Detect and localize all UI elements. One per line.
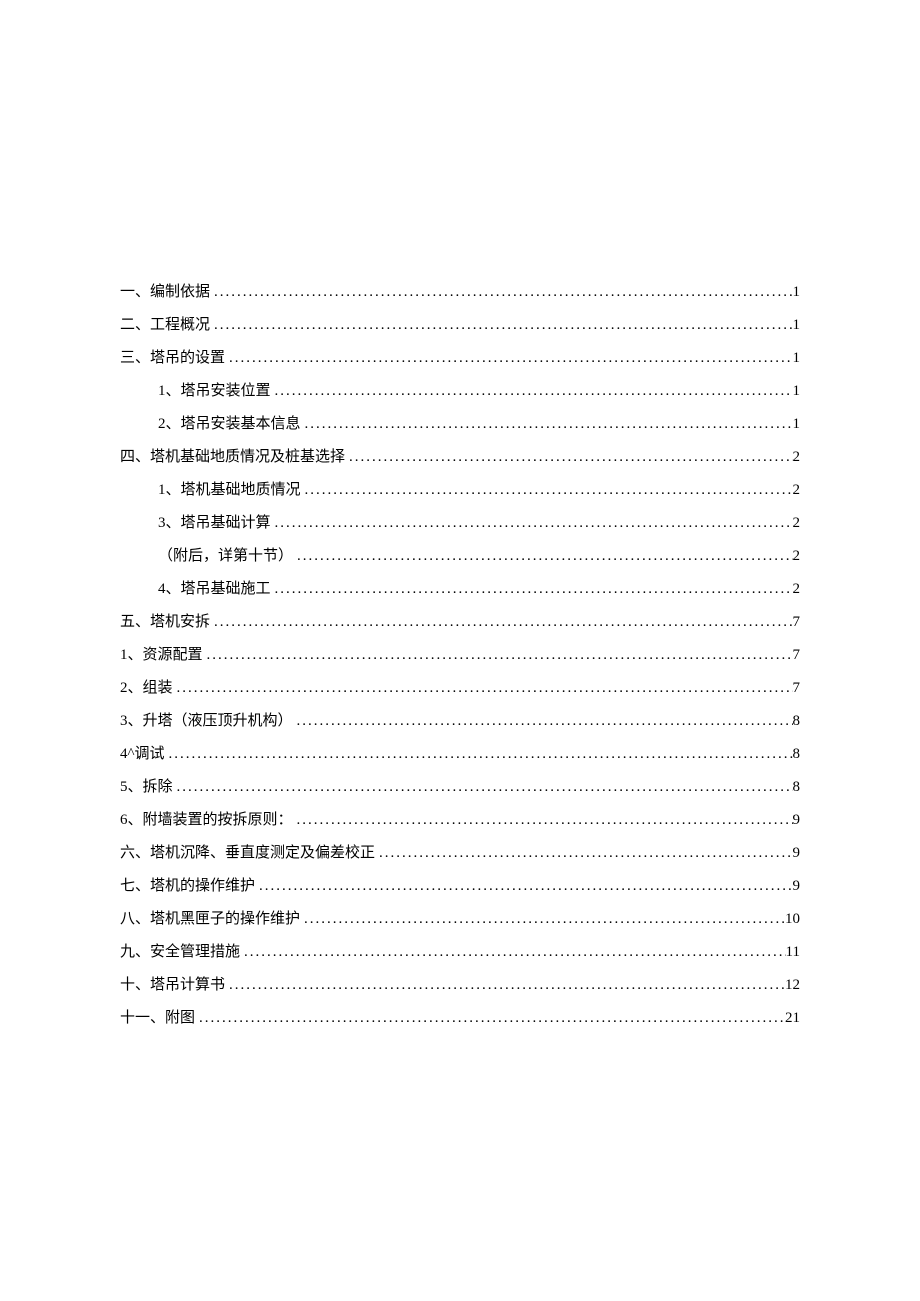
toc-entry-page: 9 <box>793 841 801 865</box>
toc-entry-page: 11 <box>786 940 800 964</box>
toc-entry-page: 7 <box>793 676 801 700</box>
toc-entry-leader <box>203 643 793 667</box>
toc-entry-page: 7 <box>793 610 801 634</box>
toc-entry-page: 8 <box>793 709 801 733</box>
toc-entry: 1、塔吊安装位置 1 <box>120 379 800 403</box>
toc-entry: 四、塔机基础地质情况及桩基选择 2 <box>120 445 800 469</box>
toc-entry-leader <box>301 412 793 436</box>
toc-entry-leader <box>345 445 792 469</box>
toc-entry-page: 7 <box>793 643 801 667</box>
table-of-contents: 一、编制依据1二、工程概况1三、塔吊的设置11、塔吊安装位置12、塔吊安装基本信… <box>120 280 800 1030</box>
toc-entry-label: 一、编制依据 <box>120 280 210 304</box>
toc-entry-label: 八、塔机黑匣子的操作维护 <box>120 907 300 931</box>
toc-entry-leader <box>210 313 792 337</box>
toc-entry-leader <box>225 973 785 997</box>
toc-entry: 2、组装 7 <box>120 676 800 700</box>
toc-entry-page: 1 <box>793 313 801 337</box>
toc-entry-page: 1 <box>793 346 801 370</box>
toc-entry: 五、塔机安拆 7 <box>120 610 800 634</box>
toc-entry-label: 四、塔机基础地质情况及桩基选择 <box>120 445 345 469</box>
toc-entry-label: 七、塔机的操作维护 <box>120 874 255 898</box>
toc-entry-leader <box>240 940 786 964</box>
toc-entry-leader <box>165 742 793 766</box>
toc-entry-page: 1 <box>793 280 801 304</box>
toc-entry: 三、塔吊的设置 1 <box>120 346 800 370</box>
toc-entry: 二、工程概况 1 <box>120 313 800 337</box>
toc-entry-leader <box>195 1006 785 1030</box>
toc-entry-label: 3、升塔（液压顶升机构） <box>120 709 293 733</box>
toc-entry-leader <box>271 577 793 601</box>
toc-entry-label: 1、塔机基础地质情况 <box>158 478 301 502</box>
toc-entry-label: 1、塔吊安装位置 <box>158 379 271 403</box>
toc-entry-leader <box>210 610 792 634</box>
toc-entry-page: 21 <box>785 1006 800 1030</box>
toc-entry: 4^调试 8 <box>120 742 800 766</box>
toc-entry-leader <box>173 676 793 700</box>
toc-entry-page: 8 <box>793 775 801 799</box>
toc-entry-label: 九、安全管理措施 <box>120 940 240 964</box>
toc-entry-page: 1 <box>793 379 801 403</box>
toc-entry-leader <box>375 841 792 865</box>
toc-entry: 6、附墙装置的按拆原则： 9 <box>120 808 800 832</box>
toc-entry-leader <box>293 709 793 733</box>
toc-entry-label: 五、塔机安拆 <box>120 610 210 634</box>
toc-entry-label: 六、塔机沉降、垂直度测定及偏差校正 <box>120 841 375 865</box>
toc-entry-page: 9 <box>793 874 801 898</box>
toc-entry-label: 5、拆除 <box>120 775 173 799</box>
toc-entry-leader <box>173 775 793 799</box>
toc-entry: 5、拆除 8 <box>120 775 800 799</box>
toc-entry-page: 12 <box>785 973 800 997</box>
toc-entry: 六、塔机沉降、垂直度测定及偏差校正 9 <box>120 841 800 865</box>
toc-entry: 2、塔吊安装基本信息 1 <box>120 412 800 436</box>
toc-entry-label: 2、组装 <box>120 676 173 700</box>
toc-entry-label: 1、资源配置 <box>120 643 203 667</box>
toc-entry: 十一、附图 21 <box>120 1006 800 1030</box>
toc-entry: 十、塔吊计算书 12 <box>120 973 800 997</box>
toc-entry: 4、塔吊基础施工 2 <box>120 577 800 601</box>
toc-entry-label: 4^调试 <box>120 742 165 766</box>
toc-entry-leader <box>301 478 793 502</box>
toc-entry: 一、编制依据 1 <box>120 280 800 304</box>
toc-entry-page: 1 <box>793 412 801 436</box>
toc-entry-label: 2、塔吊安装基本信息 <box>158 412 301 436</box>
toc-entry-label: 4、塔吊基础施工 <box>158 577 271 601</box>
toc-entry-page: 10 <box>785 907 800 931</box>
toc-entry: 1、资源配置 7 <box>120 643 800 667</box>
toc-entry: （附后，详第十节） 2 <box>120 544 800 568</box>
toc-entry: 八、塔机黑匣子的操作维护 10 <box>120 907 800 931</box>
toc-entry-label: （附后，详第十节） <box>158 544 293 568</box>
toc-entry: 七、塔机的操作维护 9 <box>120 874 800 898</box>
toc-entry-leader <box>293 808 793 832</box>
toc-entry-leader <box>255 874 792 898</box>
toc-entry-leader <box>293 544 792 568</box>
toc-entry-leader <box>300 907 785 931</box>
toc-entry-page: 8 <box>793 742 801 766</box>
toc-entry-label: 二、工程概况 <box>120 313 210 337</box>
toc-entry-leader <box>271 379 793 403</box>
toc-entry: 3、塔吊基础计算 2 <box>120 511 800 535</box>
toc-entry-page: 2 <box>793 445 801 469</box>
toc-entry-page: 2 <box>793 511 801 535</box>
toc-entry-label: 十一、附图 <box>120 1006 195 1030</box>
toc-entry-page: 9 <box>793 808 801 832</box>
toc-entry-leader <box>210 280 792 304</box>
toc-entry-page: 2 <box>793 544 801 568</box>
toc-entry-label: 十、塔吊计算书 <box>120 973 225 997</box>
toc-entry-label: 6、附墙装置的按拆原则： <box>120 808 293 832</box>
toc-entry-label: 3、塔吊基础计算 <box>158 511 271 535</box>
toc-entry: 九、安全管理措施 11 <box>120 940 800 964</box>
toc-entry-label: 三、塔吊的设置 <box>120 346 225 370</box>
toc-entry: 3、升塔（液压顶升机构） 8 <box>120 709 800 733</box>
toc-entry-leader <box>271 511 793 535</box>
toc-entry-leader <box>225 346 792 370</box>
toc-entry-page: 2 <box>793 478 801 502</box>
toc-entry-page: 2 <box>793 577 801 601</box>
toc-entry: 1、塔机基础地质情况 2 <box>120 478 800 502</box>
